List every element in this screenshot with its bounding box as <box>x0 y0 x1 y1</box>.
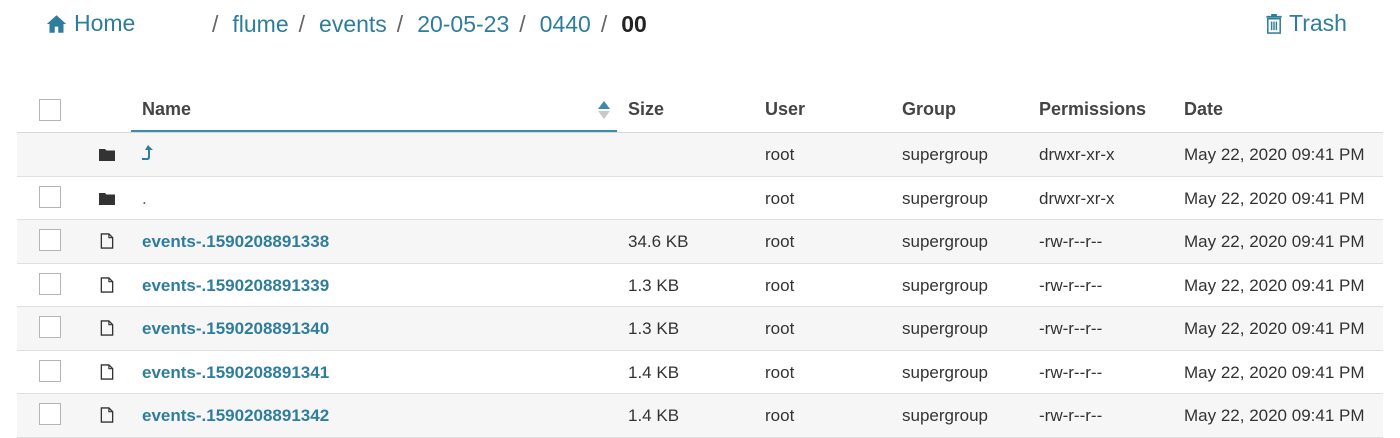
column-header-user[interactable]: User <box>765 99 805 120</box>
breadcrumb-item-flume[interactable]: flume <box>232 11 288 38</box>
file-name[interactable]: . <box>142 189 147 209</box>
trash-icon <box>1266 13 1282 34</box>
file-user: root <box>765 188 795 208</box>
breadcrumb-separator: / <box>212 11 219 37</box>
breadcrumb-item-date[interactable]: 20-05-23 <box>417 11 509 38</box>
file-group: supergroup <box>902 232 989 251</box>
file-permissions: drwxr-xr-x <box>1039 145 1115 164</box>
breadcrumb-separator: / <box>396 11 404 37</box>
file-size: 1.3 KB <box>628 275 680 295</box>
file-group: supergroup <box>902 275 989 295</box>
file-name[interactable]: events-.1590208891342 <box>142 406 329 426</box>
file-table: Name Size User Group Permissions Date ro… <box>17 88 1383 438</box>
top-bar: Home / flume / events / 20-05-23 / 0440 … <box>0 0 1400 60</box>
file-user: root <box>765 362 795 382</box>
table-row-parent[interactable]: root supergroup drwxr-xr-x May 22, 2020 … <box>17 133 1383 177</box>
file-date: May 22, 2020 09:41 PM <box>1184 232 1365 251</box>
file-user: root <box>765 145 795 164</box>
table-row[interactable]: events-.1590208891341 1.4 KB root superg… <box>17 351 1383 394</box>
column-header-size[interactable]: Size <box>628 99 664 120</box>
breadcrumb-item-events[interactable]: events <box>319 11 387 38</box>
file-user: root <box>765 275 795 295</box>
trash-label: Trash <box>1289 10 1347 36</box>
breadcrumb-separator: / <box>519 11 526 37</box>
file-user: root <box>765 319 795 338</box>
column-header-date[interactable]: Date <box>1184 99 1223 120</box>
table-row[interactable]: events-.1590208891338 34.6 KB root super… <box>17 220 1383 264</box>
file-permissions: -rw-r--r-- <box>1039 232 1103 251</box>
file-user: root <box>765 406 795 425</box>
file-date: May 22, 2020 09:41 PM <box>1184 406 1365 425</box>
file-group: supergroup <box>902 406 989 425</box>
breadcrumb-item-current: 00 <box>621 11 647 37</box>
row-checkbox[interactable] <box>39 359 61 382</box>
row-checkbox[interactable] <box>39 185 61 208</box>
file-icon <box>100 320 114 336</box>
file-size: 1.4 KB <box>628 362 680 382</box>
file-date: May 22, 2020 09:41 PM <box>1184 362 1365 382</box>
row-checkbox[interactable] <box>39 403 61 425</box>
file-permissions: -rw-r--r-- <box>1039 406 1103 425</box>
breadcrumb-separator: / <box>600 11 608 37</box>
table-row[interactable]: events-.1590208891339 1.3 KB root superg… <box>17 264 1383 307</box>
file-name[interactable]: events-.1590208891340 <box>142 319 329 339</box>
file-permissions: -rw-r--r-- <box>1039 319 1103 338</box>
file-date: May 22, 2020 09:41 PM <box>1184 319 1365 338</box>
table-header: Name Size User Group Permissions Date <box>17 88 1383 133</box>
select-all-checkbox[interactable] <box>39 99 61 121</box>
file-group: supergroup <box>902 362 989 382</box>
row-checkbox[interactable] <box>39 229 61 251</box>
file-permissions: -rw-r--r-- <box>1039 362 1103 382</box>
breadcrumb-item-hour[interactable]: 0440 <box>540 11 591 38</box>
breadcrumb: / flume / events / 20-05-23 / 0440 / 00 <box>210 11 655 38</box>
file-permissions: -rw-r--r-- <box>1039 275 1103 295</box>
folder-icon <box>99 192 115 205</box>
file-date: May 22, 2020 09:41 PM <box>1184 145 1365 164</box>
file-size: 1.3 KB <box>628 319 680 338</box>
file-name[interactable]: events-.1590208891339 <box>142 276 329 296</box>
file-date: May 22, 2020 09:41 PM <box>1184 188 1365 208</box>
breadcrumb-separator: / <box>298 11 306 37</box>
file-size: 1.4 KB <box>628 406 680 425</box>
table-row[interactable]: events-.1590208891340 1.3 KB root superg… <box>17 307 1383 351</box>
trash-link[interactable]: Trash <box>1265 10 1347 37</box>
file-size: 34.6 KB <box>628 232 689 251</box>
file-name[interactable]: events-.1590208891341 <box>142 363 329 383</box>
file-group: supergroup <box>902 188 989 208</box>
file-icon <box>100 363 114 380</box>
file-date: May 22, 2020 09:41 PM <box>1184 275 1365 295</box>
level-up-icon[interactable] <box>140 144 154 162</box>
folder-icon <box>99 149 115 161</box>
row-checkbox[interactable] <box>39 316 61 338</box>
file-icon <box>100 233 114 249</box>
sort-icon[interactable] <box>597 100 611 120</box>
file-user: root <box>765 232 795 251</box>
table-row[interactable]: . root supergroup drwxr-xr-x May 22, 202… <box>17 177 1383 220</box>
row-checkbox[interactable] <box>39 272 61 295</box>
table-row[interactable]: events-.1590208891342 1.4 KB root superg… <box>17 394 1383 438</box>
column-header-permissions[interactable]: Permissions <box>1039 99 1146 120</box>
name-column-underline <box>131 130 617 132</box>
file-group: supergroup <box>902 319 989 338</box>
file-icon <box>100 407 114 423</box>
column-header-group[interactable]: Group <box>902 99 956 120</box>
file-icon <box>100 276 114 293</box>
home-icon <box>46 14 67 33</box>
home-link[interactable]: Home <box>46 10 135 37</box>
home-label: Home <box>74 10 136 36</box>
file-group: supergroup <box>902 145 989 164</box>
file-name[interactable]: events-.1590208891338 <box>142 232 329 252</box>
file-permissions: drwxr-xr-x <box>1039 188 1115 208</box>
column-header-name[interactable]: Name <box>142 99 191 120</box>
